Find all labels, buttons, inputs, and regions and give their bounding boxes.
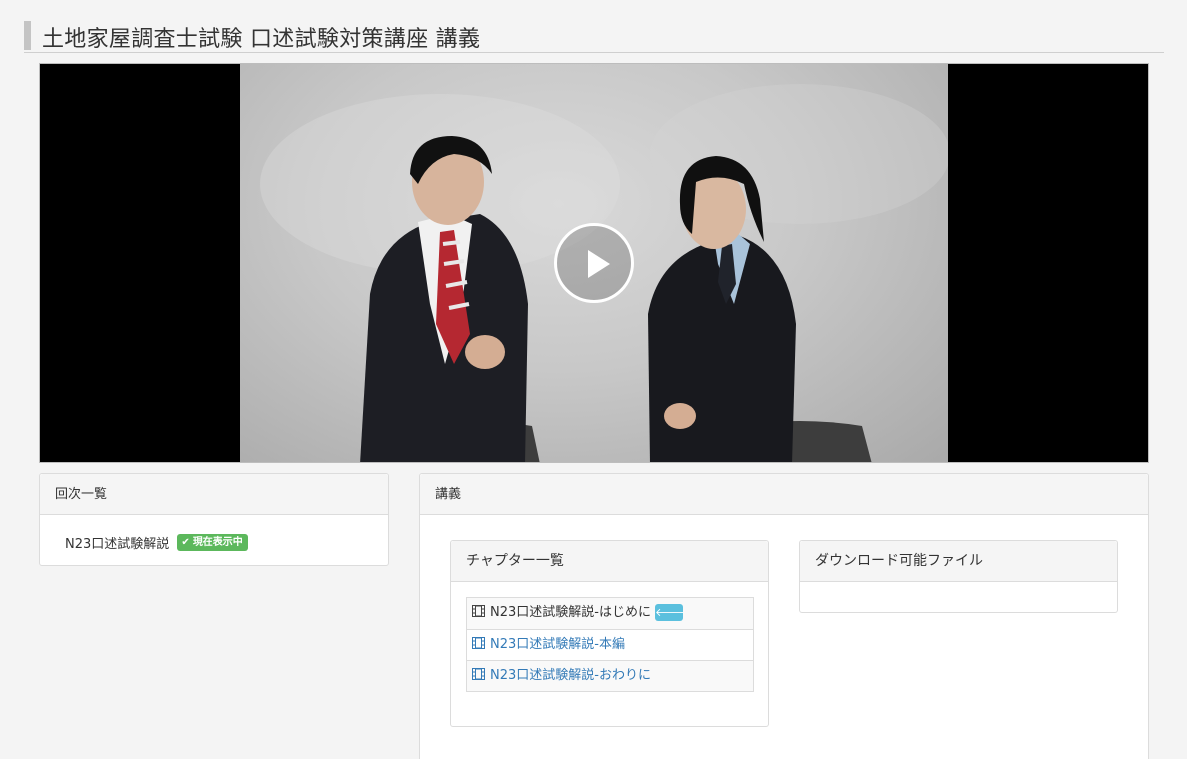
chapter-item-main[interactable]: N23口述試験解説-本編 [467,629,753,660]
chapter-item-intro: N23口述試験解説-はじめに 🡐 [467,598,753,629]
header-accent-bar [24,21,31,50]
video-frame[interactable] [240,64,948,462]
chapter-item-outro[interactable]: N23口述試験解説-おわりに [467,660,753,691]
check-icon: ✔ [181,537,190,548]
session-list-heading: 回次一覧 [40,474,388,515]
chapter-list: N23口述試験解説-はじめに 🡐 N23口述試験解説-本編 N23口述試験解説-お… [466,597,754,692]
film-icon [472,668,485,680]
play-button[interactable] [554,223,634,303]
session-item-label[interactable]: N23口述試験解説 [65,537,169,552]
film-icon [472,605,485,617]
page-header: 土地家屋調査士試験 口述試験対策講座 講義 [24,20,1164,53]
chapter-label[interactable]: N23口述試験解説-本編 [490,637,625,652]
chapter-list-panel: チャプター一覧 N23口述試験解説-はじめに 🡐 N23口述試験解説-本編 N2… [450,540,769,727]
play-icon [588,250,610,278]
film-icon [472,637,485,649]
current-status-badge: ✔ 現在表示中 [177,534,248,551]
video-player[interactable] [39,63,1149,463]
arrow-left-icon: 🡐 [654,604,685,621]
downloads-panel: ダウンロード可能ファイル [799,540,1118,613]
chapter-list-heading: チャプター一覧 [451,541,768,582]
downloads-heading: ダウンロード可能ファイル [800,541,1117,582]
page-title: 土地家屋調査士試験 口述試験対策講座 講義 [42,27,481,52]
lecture-heading: 講義 [420,474,1148,515]
session-list-item[interactable]: N23口述試験解説 ✔ 現在表示中 [40,515,388,552]
current-badge-label: 現在表示中 [192,537,243,548]
chapter-label: N23口述試験解説-はじめに [490,605,651,620]
chapter-label[interactable]: N23口述試験解説-おわりに [490,668,651,683]
session-list-panel: 回次一覧 N23口述試験解説 ✔ 現在表示中 [39,473,389,566]
